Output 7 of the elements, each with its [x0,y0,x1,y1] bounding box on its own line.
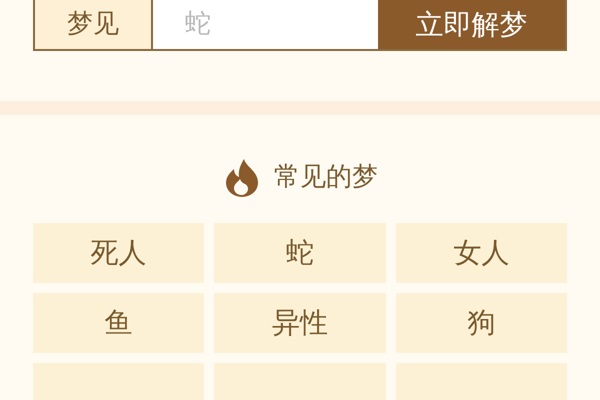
dream-tag[interactable]: 鱼 [33,293,204,353]
dream-tag[interactable]: 蛇 [214,223,386,283]
section-title: 常见的梦 [274,160,378,194]
dream-tag[interactable]: 死人 [33,223,204,283]
dream-tag[interactable]: 女人 [396,223,567,283]
dream-tag[interactable]: 异性 [214,293,386,353]
dream-tag[interactable]: 狗 [396,293,567,353]
